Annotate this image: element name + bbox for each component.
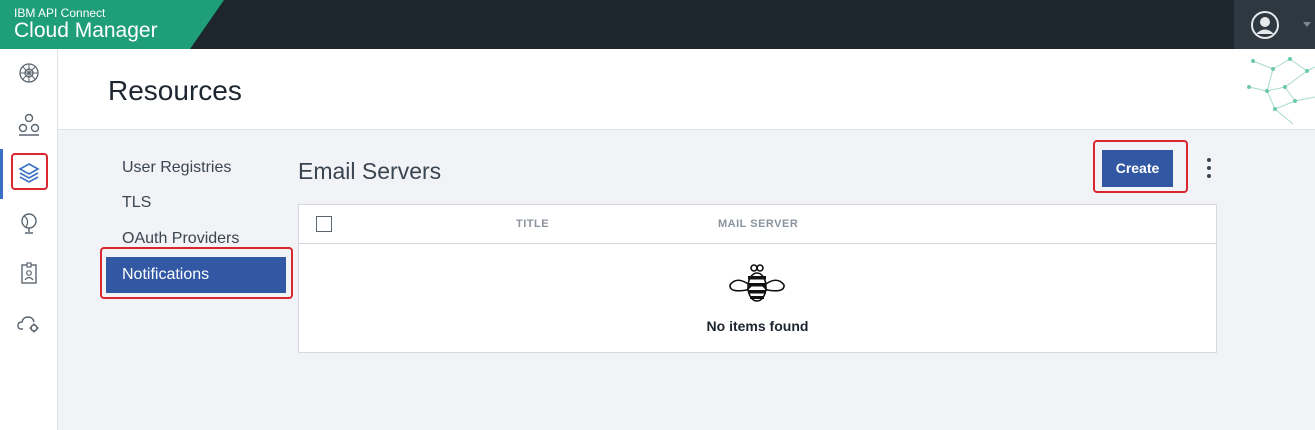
- subnav-item-tls[interactable]: TLS: [106, 185, 286, 221]
- section-title: Email Servers: [298, 158, 442, 184]
- select-all-checkbox[interactable]: [316, 216, 332, 232]
- table-header: TITLE MAIL SERVER: [299, 205, 1216, 244]
- column-header-title[interactable]: TITLE: [516, 218, 549, 230]
- highlight-box-create: [1093, 140, 1188, 193]
- chevron-down-icon[interactable]: [1303, 22, 1311, 27]
- organizations-icon[interactable]: [17, 112, 41, 136]
- topology-globe-icon[interactable]: [17, 211, 41, 235]
- highlight-box-notifications: [100, 247, 293, 299]
- top-bar: IBM API Connect Cloud Manager: [0, 0, 1315, 49]
- bee-empty-state-icon: [729, 264, 785, 302]
- cloud-settings-icon[interactable]: [17, 312, 41, 336]
- user-menu[interactable]: [1234, 0, 1315, 49]
- nav-active-indicator: [0, 149, 3, 199]
- user-avatar-icon[interactable]: [1250, 10, 1280, 40]
- highlight-box-resources-nav: [11, 153, 48, 190]
- network-decoration-icon: [1247, 57, 1315, 125]
- empty-state-text: No items found: [706, 318, 809, 334]
- side-nav: [0, 49, 58, 430]
- product-name-large: Cloud Manager: [14, 19, 158, 42]
- dashboard-icon[interactable]: [17, 61, 41, 85]
- page-title: Resources: [108, 75, 242, 106]
- product-name-small: IBM API Connect: [14, 6, 106, 20]
- brand[interactable]: IBM API Connect Cloud Manager: [0, 0, 225, 49]
- column-header-mail-server[interactable]: MAIL SERVER: [718, 218, 798, 230]
- page-header: Resources: [58, 49, 1315, 130]
- members-badge-icon[interactable]: [17, 261, 41, 285]
- subnav-item-user-registries[interactable]: User Registries: [106, 150, 286, 186]
- overflow-menu-icon[interactable]: [1204, 156, 1214, 182]
- email-servers-table: TITLE MAIL SERVER No items found: [298, 204, 1217, 353]
